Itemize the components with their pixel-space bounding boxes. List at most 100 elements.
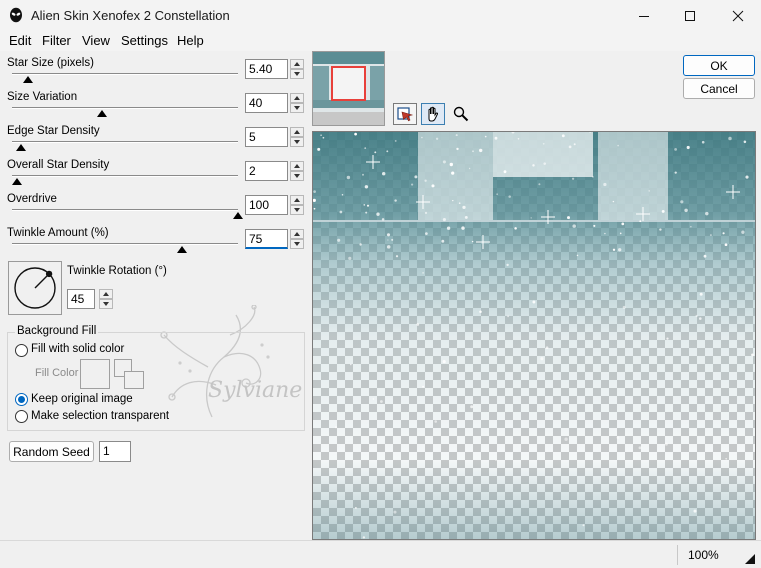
star-dot: [337, 238, 341, 242]
star-size-slider-thumb[interactable]: [22, 76, 33, 83]
star-size-spinner[interactable]: [290, 59, 304, 79]
star-dot: [348, 256, 352, 260]
twinkle-amount-slider-thumb[interactable]: [176, 246, 187, 253]
maximize-button[interactable]: [667, 0, 713, 31]
spin-up-button[interactable]: [99, 289, 113, 299]
spin-up-button[interactable]: [290, 161, 304, 171]
spin-down-button[interactable]: [99, 299, 113, 309]
star-dot: [582, 524, 585, 527]
status-bar: 100%: [0, 540, 761, 568]
spin-down-button[interactable]: [290, 171, 304, 181]
edge-star-density-input[interactable]: 5: [245, 127, 288, 147]
menu-settings[interactable]: Settings: [121, 33, 168, 48]
fill-solid-color-label[interactable]: Fill with solid color: [31, 343, 124, 355]
spin-up-button[interactable]: [290, 229, 304, 239]
star-dot: [355, 507, 357, 509]
twinkle-rotation-spinner[interactable]: [99, 289, 113, 309]
menu-edit[interactable]: Edit: [9, 33, 31, 48]
resize-grip-icon[interactable]: [744, 553, 756, 565]
size-variation-input[interactable]: 40: [245, 93, 288, 113]
overall-star-density-label: Overall Star Density: [7, 159, 110, 171]
preview-toggle-button[interactable]: [393, 103, 417, 125]
overdrive-spinner[interactable]: [290, 195, 304, 215]
star-dot: [511, 132, 515, 134]
fill-color-swatch[interactable]: [80, 359, 110, 389]
random-seed-button[interactable]: Random Seed: [9, 441, 94, 462]
overall-star-density-spinner[interactable]: [290, 161, 304, 181]
spin-down-button[interactable]: [290, 239, 304, 249]
star-dot: [572, 224, 576, 228]
menu-view[interactable]: View: [82, 33, 110, 48]
spin-down-button[interactable]: [290, 103, 304, 113]
overdrive-slider[interactable]: [12, 209, 238, 211]
twinkle-amount-label: Twinkle Amount (%): [7, 227, 109, 239]
star-dot: [422, 272, 424, 274]
minimize-button[interactable]: [621, 0, 667, 31]
star-dot: [532, 300, 536, 304]
twinkle-amount-slider[interactable]: [12, 243, 238, 245]
star-dot: [434, 420, 437, 423]
star-size-input[interactable]: 5.40: [245, 59, 288, 79]
navigator-thumbnail[interactable]: [312, 51, 385, 126]
spin-down-button[interactable]: [290, 205, 304, 215]
star-dot: [364, 185, 369, 189]
preview-canvas[interactable]: [312, 131, 756, 540]
spin-up-button[interactable]: [290, 93, 304, 103]
twinkle-rotation-input[interactable]: 45: [67, 289, 95, 309]
star-dot: [479, 310, 482, 314]
star-dot: [495, 459, 497, 461]
star-size-label: Star Size (pixels): [7, 57, 94, 69]
keep-original-image-radio[interactable]: [15, 393, 28, 406]
make-selection-transparent-radio[interactable]: [15, 410, 28, 423]
edge-star-density-spinner[interactable]: [290, 127, 304, 147]
make-selection-transparent-label[interactable]: Make selection transparent: [31, 410, 169, 422]
twinkle-amount-input[interactable]: 75: [245, 229, 288, 249]
spin-up-button[interactable]: [290, 127, 304, 137]
random-seed-input[interactable]: 1: [99, 441, 131, 462]
fill-color-picker-front[interactable]: [124, 371, 144, 389]
ok-button[interactable]: OK: [683, 55, 755, 76]
star-dot: [703, 254, 707, 258]
star-dot: [508, 195, 511, 198]
spin-down-button[interactable]: [290, 137, 304, 147]
star-dot: [592, 176, 594, 178]
star-dot: [359, 243, 362, 246]
star-dot: [619, 232, 622, 235]
keep-original-image-label[interactable]: Keep original image: [31, 393, 133, 405]
spin-down-button[interactable]: [290, 69, 304, 79]
star-dot: [395, 255, 399, 258]
star-dot: [411, 183, 414, 186]
zoom-tool-button[interactable]: [449, 103, 473, 125]
star-dot: [604, 232, 606, 235]
twinkle-amount-spinner[interactable]: [290, 229, 304, 249]
cancel-button[interactable]: Cancel: [683, 78, 755, 99]
star-dot: [449, 162, 454, 167]
edge-star-density-slider-thumb[interactable]: [16, 144, 27, 151]
twinkle-rotation-dial[interactable]: [8, 261, 62, 315]
star-dot: [364, 147, 367, 149]
star-dot: [724, 243, 728, 247]
hand-tool-button[interactable]: [421, 103, 445, 125]
size-variation-spinner[interactable]: [290, 93, 304, 113]
menu-help[interactable]: Help: [177, 33, 204, 48]
star-dot: [425, 232, 428, 235]
overall-star-density-input[interactable]: 2: [245, 161, 288, 181]
star-dot: [394, 139, 397, 142]
menu-filter[interactable]: Filter: [42, 33, 71, 48]
close-button[interactable]: [715, 0, 761, 31]
overdrive-slider-thumb[interactable]: [233, 212, 243, 219]
fill-solid-color-radio[interactable]: [15, 344, 28, 357]
edge-star-density-slider[interactable]: [12, 141, 238, 143]
overdrive-input[interactable]: 100: [245, 195, 288, 215]
overall-star-density-slider[interactable]: [12, 175, 238, 177]
size-variation-slider-thumb[interactable]: [97, 110, 108, 117]
spin-up-button[interactable]: [290, 195, 304, 205]
zoom-icon: [453, 106, 469, 122]
star-dot: [674, 148, 677, 151]
overall-star-density-slider-thumb[interactable]: [11, 178, 22, 185]
star-size-slider[interactable]: [12, 73, 238, 75]
spin-up-button[interactable]: [290, 59, 304, 69]
star-dot: [612, 200, 615, 203]
size-variation-slider[interactable]: [12, 107, 238, 109]
star-dot: [317, 147, 321, 151]
